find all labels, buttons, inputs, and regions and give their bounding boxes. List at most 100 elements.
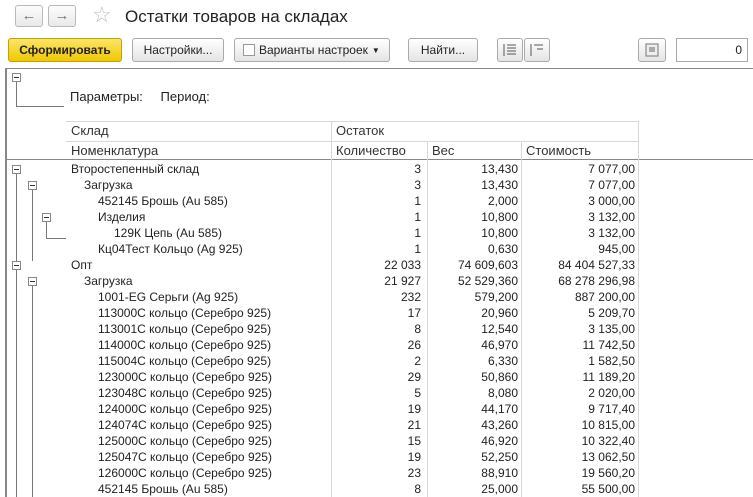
variants-dropdown-button[interactable]: Варианты настроек ▼ (234, 38, 390, 62)
col-header-stoimost: Стоимость (526, 143, 592, 158)
row-weight-cell: 50,860 (481, 370, 518, 384)
row-weight-cell: 10,800 (481, 226, 518, 240)
row-qty-cell: 23 (407, 466, 421, 480)
row-name-cell: 113001С кольцо (Серебро 925) (98, 322, 272, 336)
gutter-border (6, 69, 7, 497)
outline-line (46, 238, 66, 239)
row-cost-cell: 55 500,00 (581, 482, 635, 496)
row-weight-cell: 2,000 (487, 194, 518, 208)
table-row[interactable]: 124074С кольцо (Серебро 925) 21 43,260 10 8… (66, 417, 638, 433)
table-row[interactable]: 124000С кольцо (Серебро 925) 19 44,170 9 71… (66, 401, 638, 417)
row-qty-cell: 8 (414, 322, 421, 336)
table-row[interactable]: 125047С кольцо (Серебро 925) 19 52,250 13 0… (66, 449, 638, 465)
row-name-cell: 452145 Брошь (Au 585) (98, 194, 228, 208)
row-name-cell: 123000С кольцо (Серебро 925) (98, 370, 272, 384)
arrow-right-icon: → (54, 7, 70, 24)
generate-button[interactable]: Сформировать (8, 38, 122, 62)
table-row[interactable]: Изделия 1 10,800 3 132,00 (66, 209, 638, 225)
row-weight-cell: 25,000 (481, 482, 518, 496)
table-row[interactable]: Кц04Тест Кольцо (Ag 925) 1 0,630 945,00 (66, 241, 638, 257)
row-qty-cell: 29 (407, 370, 421, 384)
table-row[interactable]: 123000С кольцо (Серебро 925) 29 50,860 11 1… (66, 369, 638, 385)
outline-line (32, 190, 33, 261)
row-qty-cell: 1 (414, 226, 421, 240)
row-name-cell: 115004С кольцо (Серебро 925) (98, 354, 272, 368)
row-cost-cell: 5 209,70 (588, 306, 635, 320)
table-row[interactable]: 123048С кольцо (Серебро 925) 5 8,080 2 020,… (66, 385, 638, 401)
table-row[interactable]: 1001-EG Серьги (Ag 925) 232 579,200 887 200… (66, 289, 638, 305)
row-name-cell: Загрузка (84, 274, 133, 288)
collapse-groups-button[interactable] (524, 38, 550, 62)
row-name-cell: 114000С кольцо (Серебро 925) (98, 338, 272, 352)
row-qty-cell: 232 (400, 290, 421, 304)
row-weight-cell: 6,330 (487, 354, 518, 368)
settings-button[interactable]: Настройки... (132, 38, 224, 62)
table-row[interactable]: 126000С кольцо (Серебро 925) 23 88,910 19 5… (66, 465, 638, 481)
table-row[interactable]: 113001С кольцо (Серебро 925) 8 12,540 3 135… (66, 321, 638, 337)
table-row[interactable]: 129К Цепь (Au 585) 1 10,800 3 132,00 (66, 225, 638, 241)
table-row[interactable]: 114000С кольцо (Серебро 925) 26 46,970 11 7… (66, 337, 638, 353)
row-name-cell: 125000С кольцо (Серебро 925) (98, 434, 272, 448)
table-row[interactable]: 115004С кольцо (Серебро 925) 2 6,330 1 582,… (66, 353, 638, 369)
table-row[interactable]: Загрузка 3 13,430 7 077,00 (66, 177, 638, 193)
settings-button-label: Настройки... (143, 43, 213, 57)
row-weight-cell: 46,970 (481, 338, 518, 352)
group-toggle-sklad1[interactable] (12, 165, 21, 174)
row-cost-cell: 11 742,50 (582, 338, 636, 352)
expand-groups-button[interactable] (497, 38, 523, 62)
row-cost-cell: 84 404 527,33 (558, 258, 635, 272)
table-row[interactable]: Загрузка 21 927 52 529,360 68 278 296,98 (66, 273, 638, 289)
col-header-nomenklatura: Номенклатура (71, 143, 159, 158)
table-row[interactable]: 113000С кольцо (Серебро 925) 17 20,960 5 20… (66, 305, 638, 321)
row-cost-cell: 3 135,00 (588, 322, 635, 336)
group-toggle-izdeliya[interactable] (42, 213, 51, 222)
variants-label: Варианты настроек (259, 43, 368, 57)
parameters-line: Параметры: Период: (70, 89, 224, 104)
row-name-cell: Изделия (98, 210, 146, 224)
row-name-cell: Загрузка (84, 178, 133, 192)
page-title: Остатки товаров на складах (125, 7, 348, 26)
find-button-label: Найти... (420, 43, 466, 57)
row-qty-cell: 15 (407, 434, 421, 448)
forward-button[interactable]: → (48, 5, 76, 27)
row-name-cell: 124000С кольцо (Серебро 925) (98, 402, 272, 416)
row-weight-cell: 13,430 (481, 178, 518, 192)
row-name-cell: 129К Цепь (Au 585) (114, 226, 223, 240)
outline-line (32, 286, 33, 497)
row-name-cell: 452145 Брошь (Au 585) (98, 482, 228, 496)
table-row[interactable]: 452145 Брошь (Au 585) 1 2,000 3 000,00 (66, 193, 638, 209)
row-qty-cell: 21 (407, 418, 421, 432)
group-toggle-zagruzka1[interactable] (28, 181, 37, 190)
find-button[interactable]: Найти... (408, 38, 478, 62)
back-button[interactable]: ← (15, 5, 43, 27)
row-cost-cell: 3 132,00 (588, 210, 635, 224)
row-qty-cell: 22 033 (384, 258, 421, 272)
params-collapse-toggle[interactable] (12, 73, 21, 82)
favorite-star-icon[interactable]: ☆ (92, 2, 112, 28)
col-header-ostatok: Остаток (336, 123, 385, 138)
row-qty-cell: 1 (414, 210, 421, 224)
row-cost-cell: 68 278 296,98 (558, 274, 635, 288)
table-row[interactable]: Опт 22 033 74 609,603 84 404 527,33 (66, 257, 638, 273)
row-cost-cell: 3 132,00 (588, 226, 635, 240)
table-row[interactable]: 125000С кольцо (Серебро 925) 15 46,920 10 3… (66, 433, 638, 449)
table-row[interactable]: Второстепенный склад 3 13,430 7 077,00 (66, 161, 638, 177)
row-weight-cell: 52,250 (481, 450, 518, 464)
report-spreadsheet[interactable]: Параметры: Период: Склад Остаток Номенкл… (5, 68, 753, 497)
group-toggle-zagruzka2[interactable] (28, 277, 37, 286)
row-weight-cell: 74 609,603 (457, 258, 518, 272)
row-cost-cell: 1 582,50 (588, 354, 635, 368)
window-header: ← → ☆ Остатки товаров на складах (0, 0, 753, 34)
row-cost-cell: 2 020,00 (588, 386, 635, 400)
outline-line (46, 222, 47, 238)
row-cost-cell: 887 200,00 (574, 290, 635, 304)
row-cost-cell: 9 717,40 (588, 402, 635, 416)
row-weight-cell: 0,630 (487, 242, 518, 256)
row-cost-cell: 3 000,00 (588, 194, 635, 208)
print-button[interactable] (638, 38, 666, 62)
counter-field[interactable]: 0 (676, 38, 748, 62)
row-weight-cell: 8,080 (487, 386, 518, 400)
row-name-cell: 113000С кольцо (Серебро 925) (98, 306, 272, 320)
group-toggle-opt[interactable] (12, 261, 21, 270)
table-row[interactable]: 452145 Брошь (Au 585) 8 25,000 55 500,00 (66, 481, 638, 497)
